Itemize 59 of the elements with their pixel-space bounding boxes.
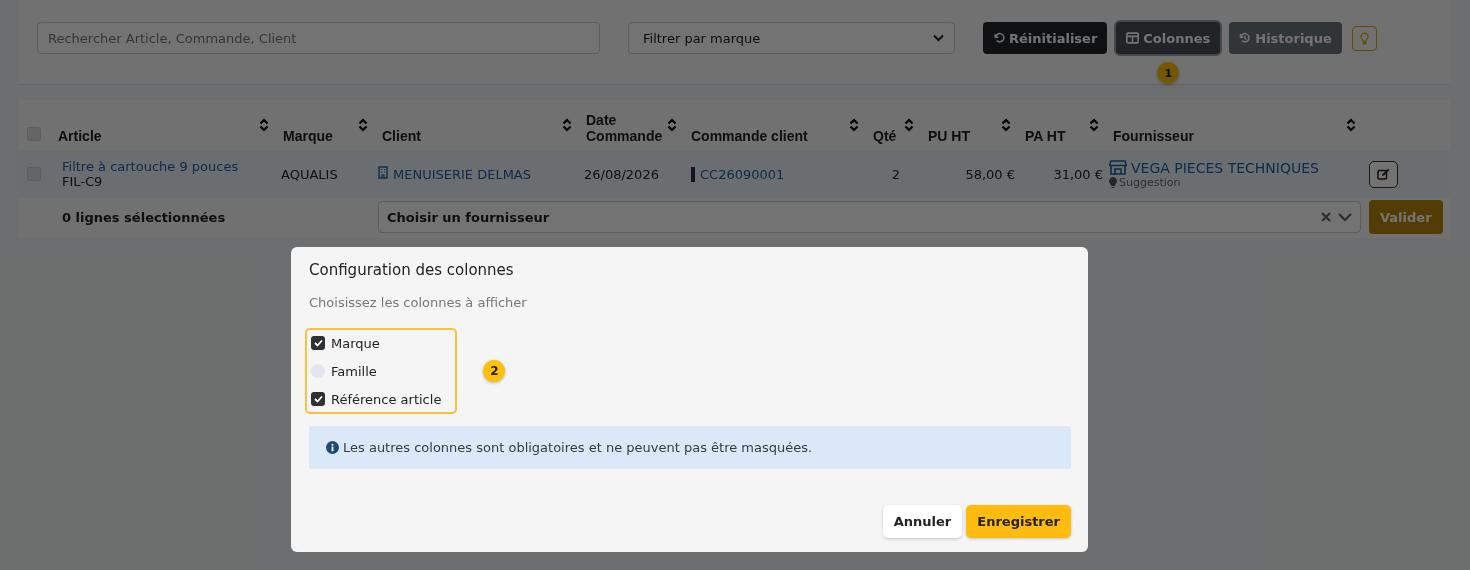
selection-count: 0 lignes sélectionnées [61, 209, 227, 225]
sort-icon[interactable] [358, 118, 368, 132]
column-header: Article [58, 128, 102, 144]
search-field[interactable]: Rechercher Article, Commande, Client [37, 22, 600, 54]
column-header: Marque [283, 128, 333, 144]
suggestion-note: Suggestion [1109, 175, 1181, 189]
undo-icon [993, 32, 1005, 44]
column-header: PU HT [928, 128, 970, 144]
lightbulb-icon [1109, 176, 1117, 188]
table-cell: 58,00 € [965, 166, 1015, 182]
clear-chevron-icon[interactable] [1320, 211, 1354, 223]
sort-icon[interactable] [1001, 118, 1011, 132]
dialog-subtitle: Choisissez les colonnes à afficher [309, 295, 528, 310]
lightbulb-icon [1359, 31, 1369, 45]
checkbox[interactable] [311, 392, 325, 406]
chevron-icon[interactable] [933, 34, 944, 42]
option-label[interactable]: Famille [331, 363, 377, 379]
save-button[interactable]: Enregistrer [966, 505, 1071, 538]
building-icon [378, 166, 388, 179]
column-header: Fournisseur [1113, 128, 1194, 144]
supplier-dropdown[interactable]: Choisir un fournisseur [378, 201, 1361, 233]
sort-icon[interactable] [1089, 118, 1099, 132]
reset-button[interactable]: Réinitialiser [983, 22, 1108, 54]
sort-icon[interactable] [562, 118, 572, 132]
table-cell: 31,00 € [1053, 166, 1103, 182]
sort-icon[interactable] [849, 118, 859, 132]
history-icon [1239, 32, 1252, 44]
sort-icon[interactable] [667, 118, 677, 132]
checkbox[interactable] [311, 336, 325, 350]
table-cell: AQUALIS [281, 166, 338, 182]
option-label[interactable]: Marque [331, 335, 380, 351]
sort-icon[interactable] [904, 118, 914, 132]
column-header: Qté [873, 128, 897, 144]
step-badge: 1 [1157, 62, 1180, 84]
column-header: Commande client [691, 128, 808, 144]
option-label[interactable]: Référence article [331, 391, 442, 407]
table-cell: 2 [891, 166, 900, 182]
order-link[interactable]: CC26090001 [691, 166, 785, 182]
article-link[interactable]: Filtre à cartouche 9 pouces [62, 159, 239, 174]
columns-icon [1126, 32, 1140, 44]
brand-filter-dropdown[interactable]: Filtrer par marque [628, 22, 955, 54]
step-badge: 2 [483, 360, 506, 382]
edit-icon [1377, 168, 1390, 180]
supplier-link[interactable]: VEGA PIECES TECHNIQUES [1109, 159, 1319, 176]
dialog-title: Configuration des colonnes [309, 261, 515, 279]
info-icon [326, 441, 339, 454]
info-message: Les autres colonnes sont obligatoires et ne peuvent pas être masquées. [309, 426, 1071, 469]
history-button[interactable]: Historique [1229, 22, 1342, 54]
table-cell: 26/08/2026 [584, 166, 659, 182]
column-header: Client [382, 128, 421, 144]
cancel-button[interactable]: Annuler [882, 505, 963, 538]
columns-button[interactable]: Colonnes [1116, 22, 1221, 54]
column-header: Date Commande [586, 112, 664, 144]
edit-button[interactable] [1369, 160, 1398, 188]
sort-icon[interactable] [259, 118, 269, 132]
column-header: PA HT [1025, 128, 1066, 144]
store-icon [1109, 159, 1127, 175]
sort-icon[interactable] [1346, 118, 1356, 132]
article-reference: FIL-C9 [62, 174, 103, 189]
